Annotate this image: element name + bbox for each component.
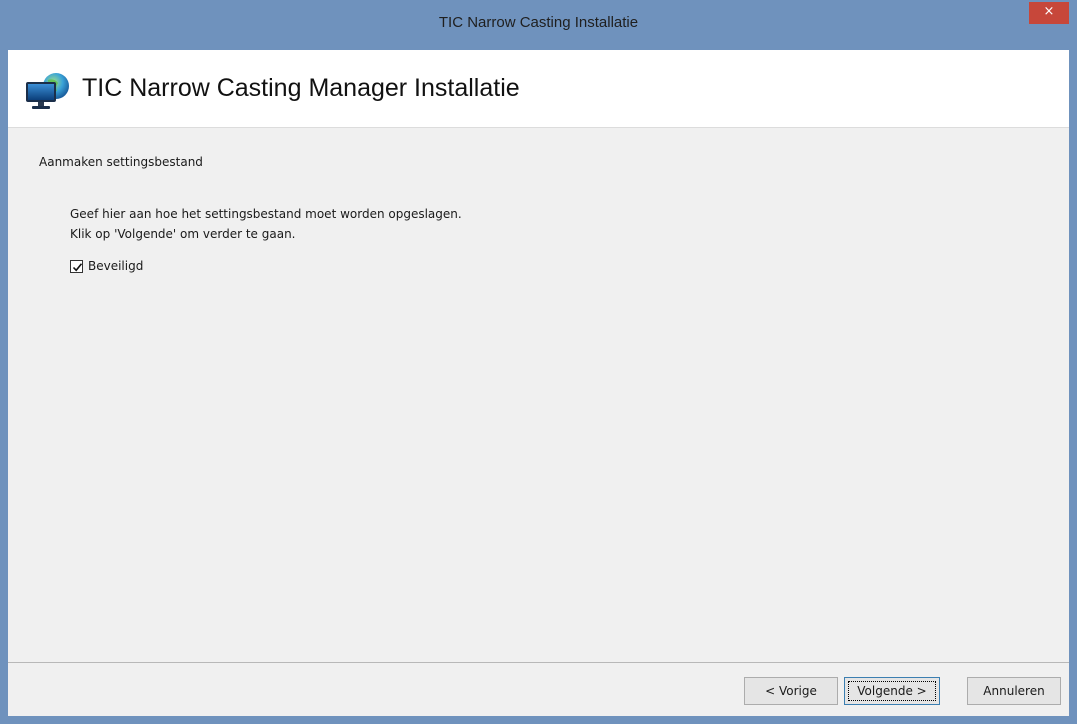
beveiligd-checkbox-row[interactable]: Beveiligd — [70, 258, 143, 274]
wizard-title: TIC Narrow Casting Manager Installatie — [82, 74, 520, 102]
section-title: Aanmaken settingsbestand — [39, 155, 203, 169]
wizard-header: TIC Narrow Casting Manager Installatie — [8, 50, 1069, 128]
close-icon: × — [1043, 4, 1055, 19]
cancel-button[interactable]: Annuleren — [967, 677, 1061, 705]
title-bar[interactable]: TIC Narrow Casting Installatie × — [0, 0, 1077, 50]
description-line-1: Geef hier aan hoe het settingsbestand mo… — [70, 207, 462, 221]
checkmark-icon — [72, 262, 83, 272]
next-button-label: Volgende > — [848, 681, 936, 701]
dialog-client-area: TIC Narrow Casting Manager Installatie A… — [8, 50, 1069, 716]
close-button[interactable]: × — [1029, 2, 1069, 24]
installer-window: TIC Narrow Casting Installatie × TIC Nar… — [0, 0, 1077, 724]
monitor-globe-icon — [26, 73, 69, 109]
description-line-2: Klik op 'Volgende' om verder te gaan. — [70, 227, 296, 241]
beveiligd-checkbox[interactable] — [70, 259, 83, 273]
footer-separator — [8, 662, 1069, 663]
beveiligd-label: Beveiligd — [88, 259, 144, 273]
next-button[interactable]: Volgende > — [844, 677, 940, 705]
previous-button[interactable]: < Vorige — [744, 677, 838, 705]
window-title: TIC Narrow Casting Installatie — [438, 14, 639, 31]
